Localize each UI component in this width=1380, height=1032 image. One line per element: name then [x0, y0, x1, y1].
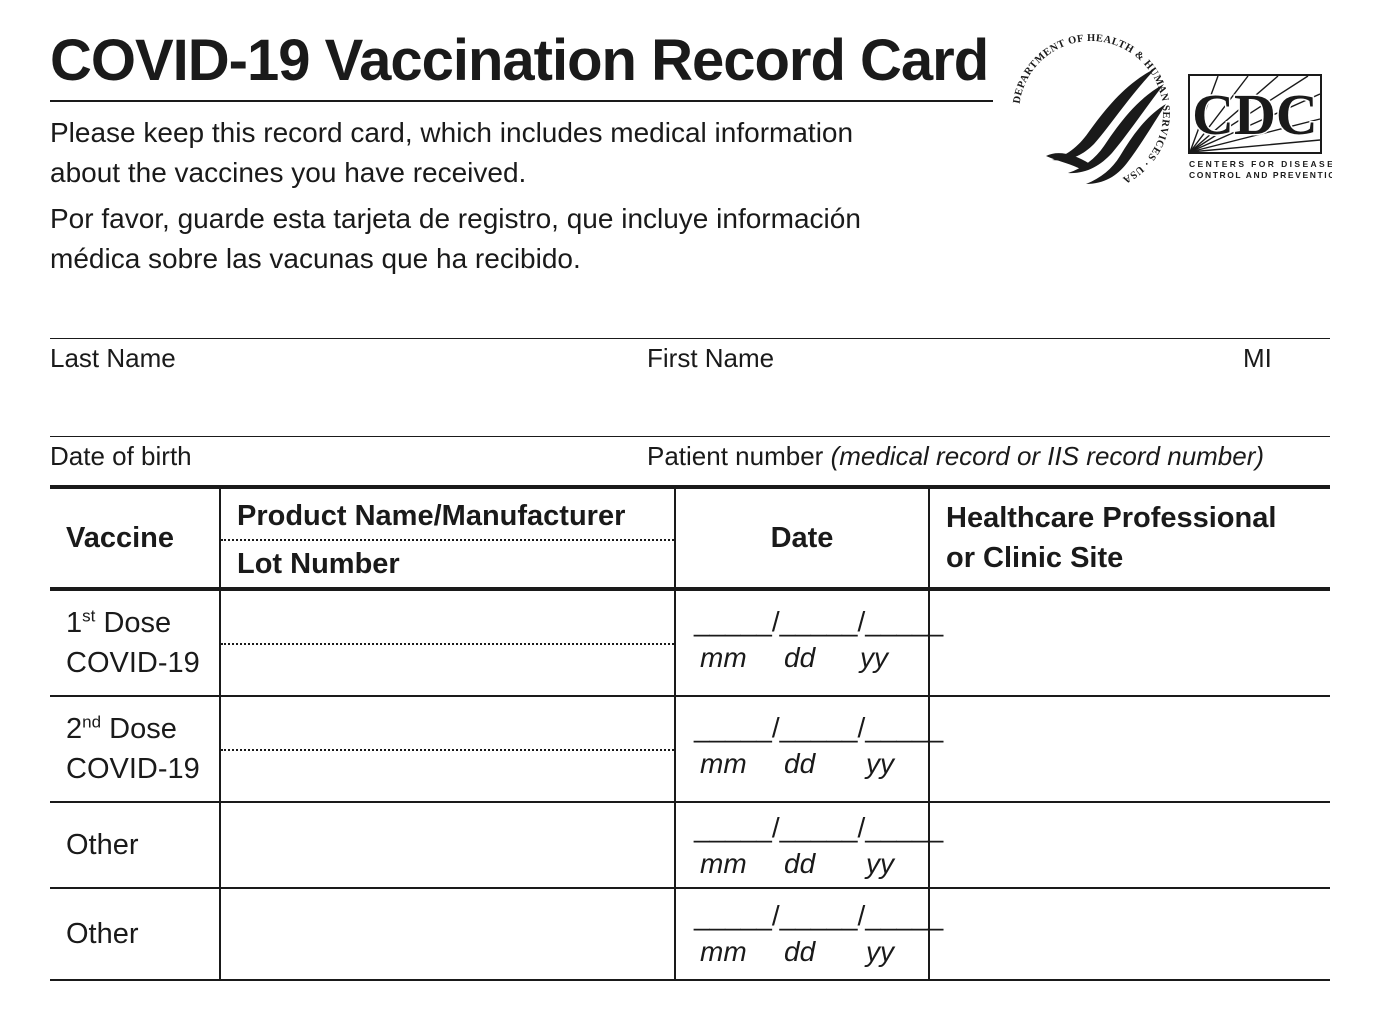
- cdc-logo: CDC CENTERS FOR DISEASE CONTROL AND PREV…: [1188, 74, 1332, 180]
- date-blank-line: _____/_____/_____: [694, 812, 944, 843]
- dose-1-clinic-cell[interactable]: [928, 589, 1330, 696]
- intro-spanish-line-1: Por favor, guarde esta tarjeta de regist…: [50, 203, 861, 234]
- date-month-label: mm: [700, 848, 747, 879]
- title-rule: [50, 100, 993, 102]
- intro-english-line-2: about the vaccines you have received.: [50, 157, 527, 188]
- vaccination-table: Vaccine Product Name/Manufacturer Lot Nu…: [50, 485, 1330, 981]
- dose-2-product-lot-cell[interactable]: [219, 696, 675, 802]
- dose-1-label: 1st Dose: [66, 606, 172, 639]
- table-row: 2nd Dose COVID-19 _____/_____/_____ mm d…: [50, 696, 1330, 802]
- date-column-header: Date: [674, 487, 929, 589]
- healthcare-professional-column-header: Healthcare Professional or Clinic Site: [928, 487, 1330, 589]
- dose-1-date-cell[interactable]: _____/_____/_____ mm dd yy: [674, 589, 943, 696]
- date-day-label: dd: [784, 848, 816, 879]
- dose-2-label: 2nd Dose: [66, 712, 177, 745]
- table-header-row: Vaccine Product Name/Manufacturer Lot Nu…: [50, 487, 1330, 589]
- dose-2-vaccine-name: COVID-19: [66, 753, 200, 785]
- intro-spanish: Por favor, guarde esta tarjeta de regist…: [50, 199, 861, 279]
- cdc-tagline-line-2: CONTROL AND PREVENTION: [1189, 170, 1332, 180]
- intro-english-line-1: Please keep this record card, which incl…: [50, 117, 854, 148]
- patient-number-note: (medical record or IIS record number): [830, 441, 1265, 471]
- hcp-header-line-1: Healthcare Professional: [946, 502, 1277, 534]
- table-row: Other _____/_____/_____ mm dd yy: [50, 802, 1330, 888]
- product-lot-column-header: Product Name/Manufacturer Lot Number: [219, 487, 675, 589]
- other-1-product-lot-cell[interactable]: [219, 802, 675, 888]
- hcp-header-line-2: or Clinic Site: [946, 542, 1124, 574]
- table-row: 1st Dose COVID-19 _____/_____/_____ mm d…: [50, 589, 1330, 696]
- date-month-label: mm: [700, 936, 747, 967]
- other-2-clinic-cell[interactable]: [928, 888, 1330, 980]
- other-2-date-cell[interactable]: _____/_____/_____ mm dd yy: [674, 888, 943, 980]
- lot-number-header: Lot Number: [237, 547, 400, 580]
- hhs-seal-logo: DEPARTMENT OF HEALTH & HUMAN SERVICES · …: [1012, 33, 1171, 185]
- product-lot-divider: [221, 749, 674, 751]
- date-blank-line: _____/_____/_____: [694, 900, 944, 931]
- intro-spanish-line-2: médica sobre las vacunas que ha recibido…: [50, 243, 581, 274]
- patient-number-text: Patient number: [647, 441, 824, 471]
- dose-2-clinic-cell[interactable]: [928, 696, 1330, 802]
- middle-initial-label: MI: [1243, 343, 1272, 373]
- date-blank-line: _____/_____/_____: [694, 712, 944, 743]
- vaccine-column-header: Vaccine: [66, 521, 175, 554]
- dose-1-vaccine-cell: 1st Dose COVID-19: [50, 589, 220, 696]
- date-day-label: dd: [784, 642, 816, 673]
- last-name-label: Last Name: [50, 343, 176, 373]
- intro-english: Please keep this record card, which incl…: [50, 113, 853, 193]
- date-day-label: dd: [784, 748, 816, 779]
- product-lot-divider: [221, 643, 674, 645]
- patient-number-label: Patient number (medical record or IIS re…: [647, 440, 1264, 472]
- date-year-label: yy: [866, 748, 894, 779]
- other-1-date-cell[interactable]: _____/_____/_____ mm dd yy: [674, 802, 943, 888]
- date-day-label: dd: [784, 936, 816, 967]
- product-name-header: Product Name/Manufacturer: [221, 489, 674, 541]
- date-month-label: mm: [700, 642, 747, 673]
- dose-1-vaccine-name: COVID-19: [66, 647, 200, 679]
- dose-2-date-cell[interactable]: _____/_____/_____ mm dd yy: [674, 696, 943, 802]
- date-month-label: mm: [700, 748, 747, 779]
- other-1-vaccine-cell: Other: [66, 829, 139, 861]
- cdc-tagline-line-1: CENTERS FOR DISEASE: [1189, 159, 1332, 169]
- date-year-label: yy: [866, 936, 894, 967]
- other-2-product-lot-cell[interactable]: [219, 888, 675, 980]
- date-blank-line: _____/_____/_____: [694, 606, 944, 637]
- date-year-label: yy: [866, 848, 894, 879]
- dob-fields-rule: [50, 436, 1330, 437]
- name-fields-rule: [50, 338, 1330, 339]
- other-1-clinic-cell[interactable]: [928, 802, 1330, 888]
- other-2-vaccine-cell: Other: [66, 918, 139, 950]
- dose-1-product-lot-cell[interactable]: [219, 589, 675, 696]
- cdc-wordmark: CDC: [1192, 82, 1318, 147]
- card-title: COVID-19 Vaccination Record Card: [50, 28, 989, 93]
- date-year-label: yy: [860, 642, 888, 673]
- table-row: Other _____/_____/_____ mm dd yy: [50, 888, 1330, 980]
- date-of-birth-label: Date of birth: [50, 441, 192, 471]
- first-name-label: First Name: [647, 343, 775, 373]
- dose-2-vaccine-cell: 2nd Dose COVID-19: [50, 696, 220, 802]
